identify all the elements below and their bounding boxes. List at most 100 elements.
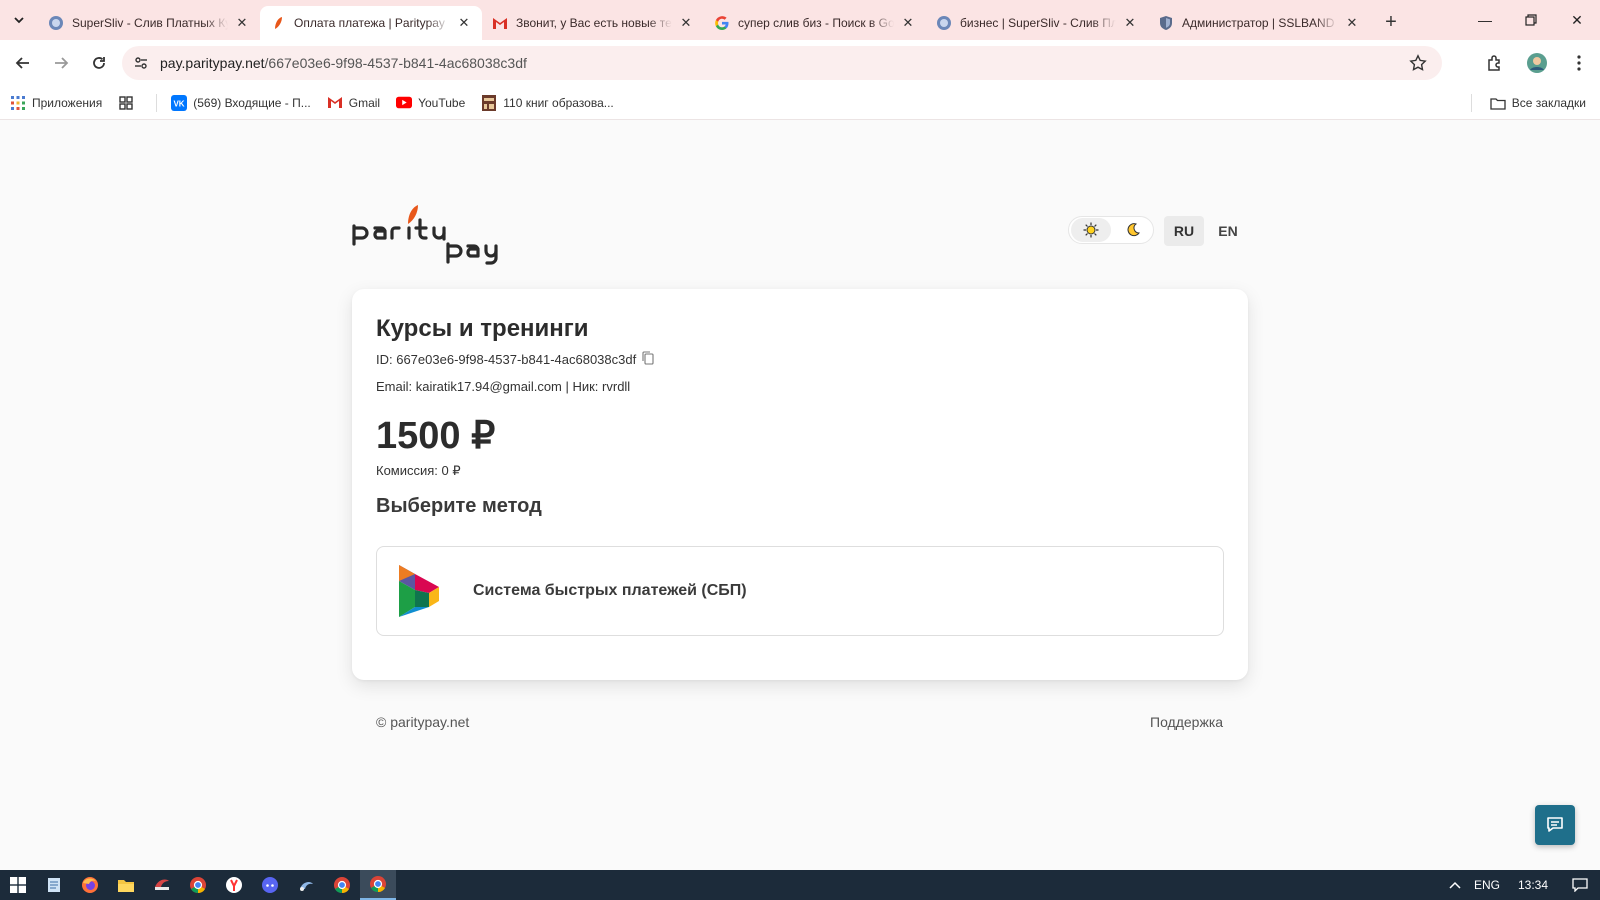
globe-icon	[936, 15, 952, 31]
bookmark-label: Gmail	[348, 95, 381, 110]
tab-search-button[interactable]	[0, 0, 38, 40]
support-link[interactable]: Поддержка	[1150, 714, 1223, 730]
moon-icon[interactable]	[1113, 218, 1153, 242]
windows-taskbar: ENG 13:34	[0, 870, 1600, 900]
close-icon[interactable]: ✕	[456, 15, 472, 31]
reload-button[interactable]	[82, 46, 116, 80]
windows-start-icon[interactable]	[0, 870, 36, 900]
payment-id-row: ID: 667e03e6-9f98-4537-b841-4ac68038c3df	[376, 351, 656, 367]
discord-icon[interactable]	[252, 870, 288, 900]
all-bookmarks-label: Все закладки	[1511, 96, 1586, 110]
payer-info: Email: kairatik17.94@gmail.com | Ник: rv…	[376, 379, 631, 394]
payment-amount: 1500 ₽	[376, 415, 496, 457]
chrome-icon[interactable]	[180, 870, 216, 900]
tab-supersliv[interactable]: SuperSliv - Слив Платных Курсов ✕	[38, 6, 260, 40]
bookmark-vk[interactable]: VK (569) Входящие - П...	[171, 94, 311, 111]
tab-title: Администратор | SSLBAND	[1182, 16, 1335, 30]
yandex-icon[interactable]	[216, 870, 252, 900]
notification-icon[interactable]	[1560, 878, 1600, 892]
url-host: pay.paritypay.net	[160, 55, 265, 71]
sun-icon[interactable]	[1071, 218, 1111, 242]
tab-gmail[interactable]: Звонит, у Вас есть новые темы ✕	[482, 6, 704, 40]
browser-toolbar: pay.paritypay.net/667e03e6-9f98-4537-b84…	[0, 40, 1600, 86]
paritypay-logo	[352, 205, 498, 265]
chrome-canary-icon[interactable]	[360, 870, 396, 900]
copy-icon[interactable]	[642, 351, 656, 367]
tab-title: Звонит, у Вас есть новые темы	[516, 16, 672, 30]
bookmark-youtube[interactable]: YouTube	[396, 95, 465, 111]
tab-title: SuperSliv - Слив Платных Курсов	[72, 16, 228, 30]
bookmark-divider	[156, 93, 158, 112]
firefox-icon[interactable]	[72, 870, 108, 900]
restore-icon[interactable]	[1508, 0, 1554, 40]
method-heading: Выберите метод	[376, 495, 542, 517]
tab-title: бизнес | SuperSliv - Слив Платных	[960, 16, 1116, 30]
site-info-icon[interactable]	[126, 48, 156, 78]
close-icon[interactable]: ✕	[678, 15, 694, 31]
close-icon[interactable]: ✕	[1122, 15, 1138, 31]
payment-fee: Комиссия: 0 ₽	[376, 463, 461, 478]
app2-icon[interactable]	[288, 870, 324, 900]
chevron-up-icon[interactable]	[1442, 881, 1468, 889]
language-en-button[interactable]: EN	[1208, 216, 1248, 246]
tab-sslband[interactable]: Администратор | SSLBAND ✕	[1148, 6, 1370, 40]
payment-method-sbp[interactable]: Система быстрых платежей (СБП)	[376, 546, 1224, 636]
tab-title: супер слив биз - Поиск в Google	[738, 16, 894, 30]
payment-card: Курсы и тренинги ID: 667e03e6-9f98-4537-…	[352, 289, 1248, 680]
globe-icon	[48, 15, 64, 31]
close-icon[interactable]: ✕	[900, 15, 916, 31]
url-text: pay.paritypay.net/667e03e6-9f98-4537-b84…	[160, 55, 527, 71]
svg-text:VK: VK	[174, 99, 185, 108]
bookmark-label: 110 книг образова...	[503, 95, 614, 110]
method-label: Система быстрых платежей (СБП)	[473, 582, 747, 599]
forward-button[interactable]	[44, 46, 78, 80]
vk-icon: VK	[171, 94, 188, 111]
clock[interactable]: 13:34	[1506, 878, 1560, 892]
arrow-right-icon	[55, 57, 69, 69]
chat-widget-button[interactable]	[1535, 805, 1575, 845]
tab-supersliv-business[interactable]: бизнес | SuperSliv - Слив Платных ✕	[926, 6, 1148, 40]
address-bar[interactable]: pay.paritypay.net/667e03e6-9f98-4537-b84…	[122, 46, 1442, 80]
bookmark-books[interactable]: 110 книг образова...	[481, 94, 614, 111]
notepad-icon[interactable]	[36, 870, 72, 900]
explorer-icon[interactable]	[108, 870, 144, 900]
app-icon[interactable]	[144, 870, 180, 900]
language-ru-button[interactable]: RU	[1164, 216, 1204, 246]
bookmark-gmail[interactable]: Gmail	[327, 95, 380, 111]
payment-title: Курсы и тренинги	[376, 315, 589, 342]
tab-paritypay[interactable]: Оплата платежа | Paritypay ✕	[260, 6, 482, 40]
paritypay-leaf-icon	[270, 15, 286, 31]
theme-toggle[interactable]	[1068, 216, 1154, 244]
tab-google[interactable]: супер слив биз - Поиск в Google ✕	[704, 6, 926, 40]
tab-strip: SuperSliv - Слив Платных Курсов ✕ Оплата…	[0, 0, 1600, 40]
close-icon[interactable]: ✕	[234, 15, 250, 31]
bookmark-label: (569) Входящие - П...	[193, 95, 311, 110]
arrow-left-icon	[15, 57, 29, 69]
bookmark-tab-groups[interactable]	[118, 95, 140, 111]
profile-avatar[interactable]	[1516, 46, 1558, 80]
chrome-icon[interactable]	[324, 870, 360, 900]
window-controls: — ✕	[1462, 0, 1600, 40]
payment-id: ID: 667e03e6-9f98-4537-b841-4ac68038c3df	[376, 351, 637, 367]
gmail-icon	[327, 95, 343, 111]
paritypay-leaf-icon	[408, 205, 418, 224]
gmail-icon	[492, 15, 508, 31]
folder-icon	[1490, 95, 1506, 111]
new-tab-button[interactable]: +	[1376, 7, 1406, 37]
close-icon[interactable]: ✕	[1344, 15, 1360, 31]
language-indicator[interactable]: ENG	[1468, 878, 1506, 892]
close-window-icon[interactable]: ✕	[1554, 0, 1600, 40]
bookmarks-bar: Приложения VK (569) Входящие - П... Gmai…	[0, 86, 1600, 120]
chat-icon	[1547, 817, 1563, 832]
chevron-down-icon	[14, 17, 24, 24]
url-path: /667e03e6-9f98-4537-b841-4ac68038c3df	[264, 55, 527, 71]
more-menu-icon[interactable]	[1558, 46, 1600, 80]
bookmark-apps[interactable]: Приложения	[10, 95, 102, 111]
youtube-icon	[396, 95, 413, 111]
back-button[interactable]	[6, 46, 40, 80]
extensions-icon[interactable]	[1474, 46, 1516, 80]
tab-groups-icon	[118, 95, 134, 111]
bookmark-star-icon[interactable]	[1406, 51, 1430, 75]
all-bookmarks-button[interactable]: Все закладки	[1490, 86, 1586, 120]
minimize-icon[interactable]: —	[1462, 0, 1508, 40]
